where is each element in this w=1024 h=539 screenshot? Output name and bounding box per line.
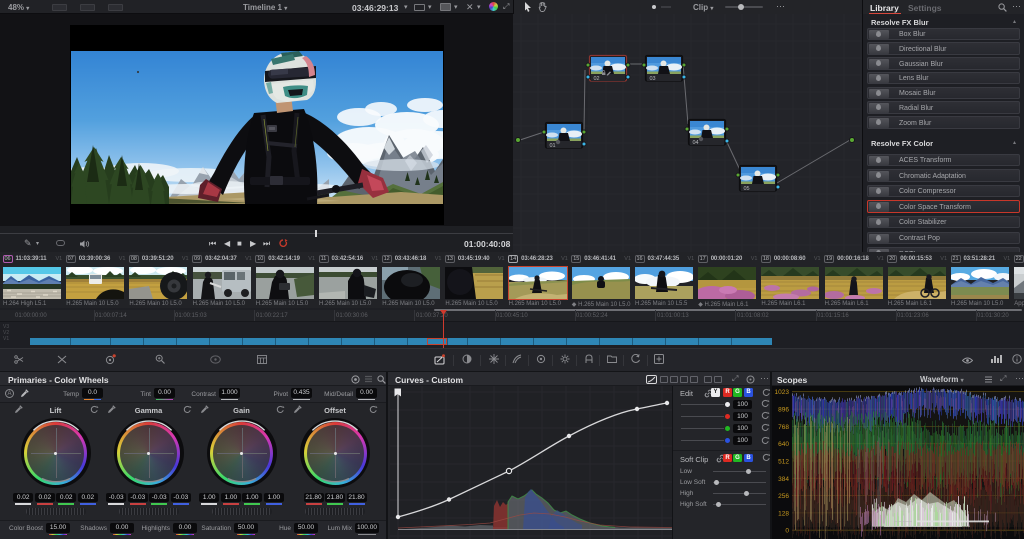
svg-text:0: 0: [785, 528, 789, 535]
svg-text:128: 128: [778, 510, 789, 517]
svg-text:03: 03: [650, 76, 656, 82]
svg-text:04: 04: [693, 140, 699, 146]
svg-text:384: 384: [778, 476, 789, 483]
svg-text:896: 896: [778, 407, 789, 414]
svg-text:05: 05: [744, 186, 750, 192]
svg-text:02: 02: [594, 76, 600, 82]
svg-text:256: 256: [778, 493, 789, 500]
svg-text:512: 512: [778, 459, 789, 466]
svg-text:768: 768: [778, 424, 789, 431]
svg-text:1023: 1023: [775, 389, 790, 396]
svg-text:01: 01: [550, 143, 556, 149]
svg-text:640: 640: [778, 441, 789, 448]
